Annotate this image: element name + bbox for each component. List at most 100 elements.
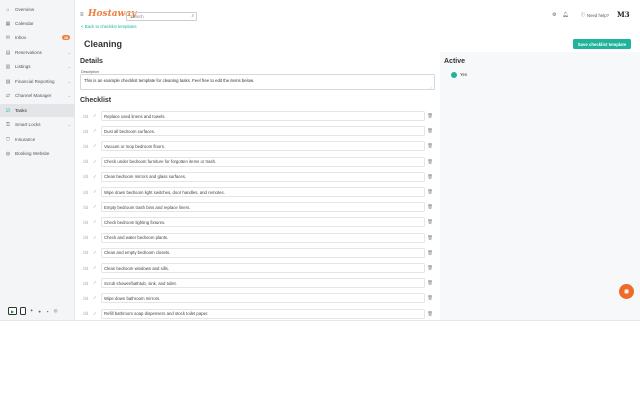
- chevron-down-icon: ⌄: [67, 122, 71, 127]
- sidebar-item-listings[interactable]: ▥ Listings ⌄: [0, 60, 75, 73]
- save-checklist-template-button[interactable]: Save checklist template: [573, 39, 631, 49]
- checklist-heading: Checklist: [80, 97, 112, 104]
- help-icon: ⓘ: [580, 12, 586, 17]
- trash-icon[interactable]: 🗑︎: [427, 235, 433, 241]
- trash-icon[interactable]: 🗑︎: [427, 113, 433, 119]
- google-play-icon[interactable]: ▶: [8, 307, 18, 315]
- drag-handle-icon[interactable]: ⠿⠿: [83, 220, 88, 225]
- checklist-row: ⠿⠿ ✓ Clean bedroom mirrors and glass surfa…: [80, 171, 435, 182]
- checklist-item-text: Check under bedroom furniture for forgot…: [104, 159, 217, 165]
- drag-handle-icon[interactable]: ⠿⠿: [83, 129, 88, 134]
- chevron-down-icon: ⌄: [67, 93, 71, 98]
- checklist-row: ⠿⠿ ✓ Clean and empty bedroom closets. 🗑︎: [80, 247, 435, 258]
- sidebar-item-overview[interactable]: ⌂ Overview: [0, 3, 75, 16]
- drag-handle-icon[interactable]: ⠿⠿: [83, 144, 88, 149]
- checklist-item-text: Wipe down bedroom light switches, door h…: [104, 189, 225, 195]
- trash-icon[interactable]: 🗑︎: [427, 265, 433, 271]
- linkedin-icon[interactable]: ▪: [45, 309, 50, 314]
- trash-icon[interactable]: 🗑︎: [427, 143, 433, 149]
- sidebar-item-calendar[interactable]: ▦ Calendar: [0, 17, 75, 30]
- sidebar-item-label: Smart Locks: [15, 122, 41, 127]
- trash-icon[interactable]: 🗑︎: [427, 204, 433, 210]
- sidebar-item-tasks[interactable]: ☑ Tasks: [0, 104, 75, 117]
- checklist-item-text: Empty bedroom trash bins and replace lin…: [104, 204, 191, 210]
- drag-handle-icon[interactable]: ⠿⠿: [83, 174, 88, 179]
- checklist-row: ⠿⠿ ✓ Check and water bedroom plants. 🗑︎: [80, 232, 435, 243]
- trash-icon[interactable]: 🗑︎: [427, 219, 433, 225]
- sidebar-item-inbox[interactable]: ✉ Inbox 28: [0, 31, 75, 44]
- sidebar: ⌂ Overview ▦ Calendar ✉ Inbox 28 ▤ Reser…: [0, 0, 75, 320]
- checklist-row: ⠿⠿ ✓ Wipe down bedroom light switches, doo…: [80, 187, 435, 197]
- sidebar-item-channel-manager[interactable]: ⇄ Channel Manager ⌄: [0, 89, 75, 102]
- drag-handle-icon[interactable]: ⠿⠿: [83, 250, 88, 255]
- sidebar-item-reservations[interactable]: ▤ Reservations ⌄: [0, 46, 75, 59]
- help-chat-button[interactable]: ✺: [619, 284, 634, 299]
- sidebar-item-insurance[interactable]: ⛉ Insurance: [0, 133, 75, 146]
- check-icon: ✓: [93, 173, 97, 179]
- details-heading: Details: [80, 58, 103, 65]
- sidebar-item-booking-website[interactable]: ◍ Booking Website: [0, 147, 75, 160]
- trash-icon[interactable]: 🗑︎: [427, 189, 433, 195]
- search-input[interactable]: Search ⌕: [126, 12, 197, 21]
- inbox-icon: ✉: [5, 34, 11, 41]
- check-icon: ✓: [93, 280, 97, 286]
- sidebar-item-label: Financial Reporting: [15, 79, 55, 84]
- resize-handle-icon[interactable]: ⟋: [430, 86, 432, 90]
- menu-icon[interactable]: ≡: [80, 12, 84, 18]
- checklist-row: ⠿⠿ ✓ Dust all bedroom surfaces. 🗑︎: [80, 126, 435, 137]
- checklist-row: ⠿⠿ ✓ Empty bedroom trash bins and replace …: [80, 202, 435, 213]
- trash-icon[interactable]: 🗑︎: [427, 311, 433, 317]
- chevron-down-icon: ⌄: [67, 79, 71, 84]
- trash-icon[interactable]: 🗑︎: [427, 174, 433, 180]
- drag-handle-icon[interactable]: ⠿⠿: [83, 235, 88, 240]
- trash-icon[interactable]: 🗑︎: [427, 159, 433, 165]
- check-icon: ✓: [93, 295, 97, 301]
- sidebar-item-label: Insurance: [15, 137, 36, 142]
- sidebar-item-label: Listings: [15, 64, 31, 69]
- trash-icon[interactable]: 🗑︎: [427, 280, 433, 286]
- checklist-item-text: Clean and empty bedroom closets.: [104, 250, 171, 256]
- calendar-icon: ▦: [5, 20, 11, 27]
- description-field[interactable]: This is an example checklist template fo…: [80, 74, 435, 90]
- need-help-link[interactable]: ⓘ Need help?: [581, 12, 609, 18]
- sidebar-item-label: Channel Manager: [15, 93, 52, 98]
- settings-icon[interactable]: ⚙: [552, 12, 556, 18]
- apple-store-icon[interactable]: [20, 307, 27, 315]
- lock-icon: ⚿: [6, 121, 10, 128]
- active-yes-radio[interactable]: [451, 72, 457, 78]
- trash-icon[interactable]: 🗑︎: [427, 295, 433, 301]
- chevron-down-icon: ⌄: [67, 50, 71, 55]
- sidebar-item-financial-reporting[interactable]: ▨ Financial Reporting ⌄: [0, 75, 75, 88]
- drag-handle-icon[interactable]: ⠿⠿: [83, 114, 88, 119]
- toolbar-icons: ⚙ 🔔︎: [552, 12, 569, 18]
- checklist-row: ⠿⠿ ✓ Refill bathroom soap dispensers and s…: [80, 308, 435, 319]
- checklist-row: ⠿⠿ ✓ Wipe down bathroom mirrors. 🗑︎: [80, 293, 435, 304]
- twitter-icon[interactable]: ✦: [29, 308, 34, 314]
- drag-handle-icon[interactable]: ⠿⠿: [83, 266, 88, 271]
- divider: [0, 320, 640, 321]
- sidebar-item-smart-locks[interactable]: ⚿ Smart Locks ⌄: [0, 118, 75, 131]
- drag-handle-icon[interactable]: ⠿⠿: [83, 159, 88, 164]
- back-to-checklist-templates-link[interactable]: < Back to checklist templates: [81, 24, 137, 29]
- drag-handle-icon[interactable]: ⠿⠿: [83, 205, 88, 210]
- instagram-icon[interactable]: ◎: [53, 308, 58, 314]
- check-icon: ✓: [93, 219, 97, 225]
- search-icon: ⌕: [191, 13, 194, 18]
- drag-handle-icon[interactable]: ⠿⠿: [83, 311, 88, 316]
- search-placeholder: Search: [130, 14, 144, 19]
- trash-icon[interactable]: 🗑︎: [427, 250, 433, 256]
- avatar[interactable]: M3: [617, 10, 630, 20]
- check-icon: ✓: [93, 113, 97, 118]
- checklist-item-text: Vacuum or mop bedroom floors.: [104, 143, 166, 149]
- checklist-row: ⠿⠿ ✓ Check bedroom lighting fixtures. 🗑︎: [80, 217, 435, 228]
- drag-handle-icon[interactable]: ⠿⠿: [83, 190, 88, 195]
- home-icon: ⌂: [6, 6, 10, 13]
- chevron-down-icon: ⌄: [67, 64, 71, 69]
- drag-handle-icon[interactable]: ⠿⠿: [83, 296, 88, 301]
- trash-icon[interactable]: 🗑︎: [427, 128, 433, 134]
- drag-handle-icon[interactable]: ⠿⠿: [83, 281, 88, 286]
- top-bar: ≡ Hostaway Search ⌕ ⚙ 🔔︎ ⓘ Need help? M3: [75, 0, 640, 32]
- inbox-count-badge: 28: [62, 35, 70, 40]
- bell-icon[interactable]: 🔔︎: [563, 12, 569, 18]
- facebook-icon[interactable]: ●: [37, 309, 42, 314]
